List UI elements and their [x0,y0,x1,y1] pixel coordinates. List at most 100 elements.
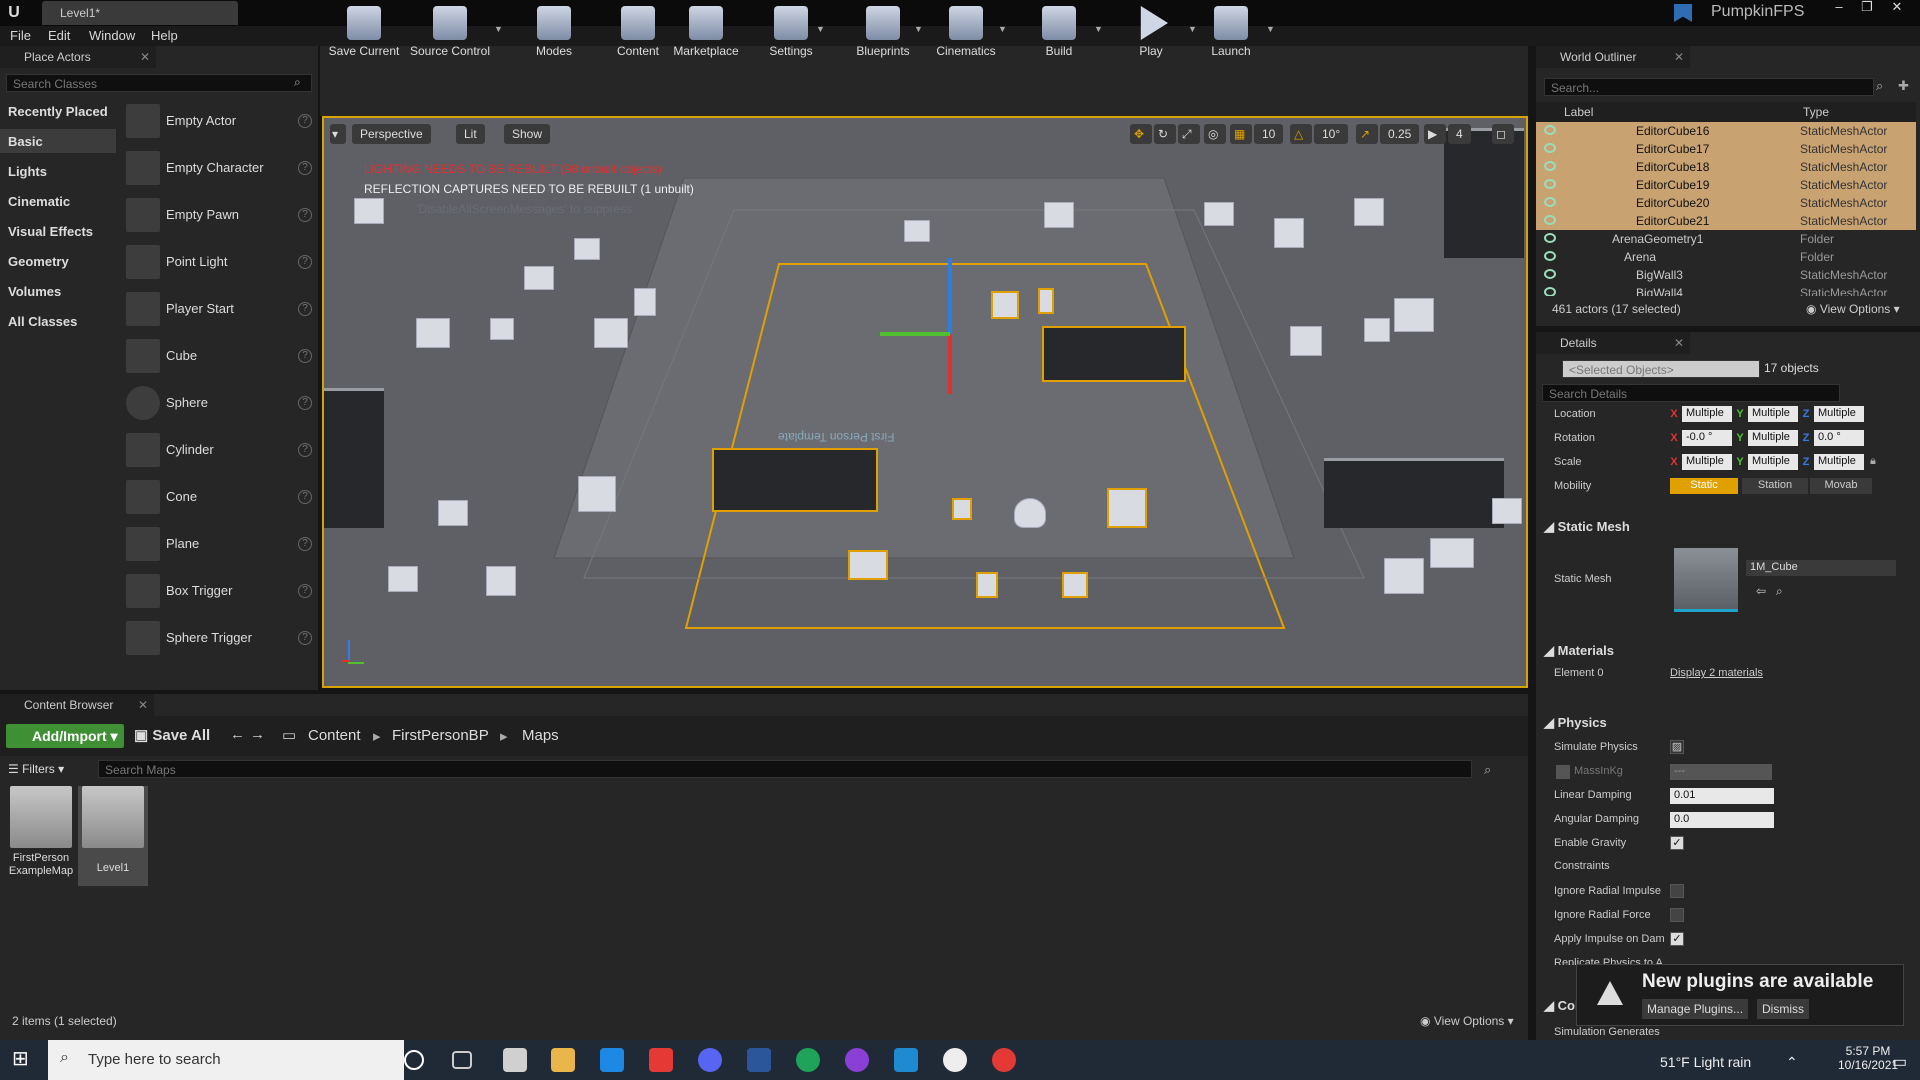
cube-actor[interactable] [388,566,418,592]
marketplace-button[interactable]: Marketplace [670,2,742,66]
actor-item[interactable]: Cylinder? [124,429,314,473]
location-z-field[interactable]: Multiple [1814,406,1864,422]
back-arrow-icon[interactable]: ← [230,726,245,743]
visibility-eye-icon[interactable] [1544,251,1556,261]
rotation-z-field[interactable]: 0.0 ° [1814,430,1864,446]
actor-item[interactable]: Cone? [124,476,314,520]
asset-tile[interactable]: FirstPerson ExampleMap [6,786,76,886]
add-import-button[interactable]: Add/Import ▾ [6,724,124,748]
column-label[interactable]: Label [1564,105,1593,119]
ignore-radial-force-checkbox[interactable] [1670,908,1684,922]
outliner-row[interactable]: BigWall3 StaticMeshActor [1536,266,1916,284]
actor-item[interactable]: Point Light? [124,241,314,285]
menu-edit[interactable]: Edit [48,28,70,43]
category-visual-effects[interactable]: Visual Effects [8,224,93,239]
forward-arrow-icon[interactable]: → [250,726,265,743]
arena-wall[interactable] [1042,326,1186,382]
category-all-classes[interactable]: All Classes [8,314,77,329]
scale-snap-icon[interactable]: ↗ [1356,124,1378,144]
launch-button[interactable]: Launch [1200,2,1262,66]
cube-actor[interactable] [490,318,514,340]
notification-center-icon[interactable]: ▭ [1892,1052,1907,1072]
dropdown-caret-icon[interactable]: ▼ [494,24,503,34]
outer-wall[interactable] [1444,128,1524,258]
github-icon[interactable] [845,1048,869,1072]
actor-item[interactable]: Sphere Trigger? [124,617,314,661]
gizmo-x-axis[interactable] [948,334,952,394]
mail-icon[interactable] [600,1048,624,1072]
chrome-icon[interactable] [992,1048,1016,1072]
dropdown-caret-icon[interactable]: ▼ [914,24,923,34]
actor-item[interactable]: Empty Actor? [124,100,314,144]
cube-actor[interactable] [1290,326,1322,356]
outliner-row[interactable]: EditorCube18 StaticMeshActor [1536,158,1916,176]
cube-actor[interactable] [1394,298,1434,332]
visibility-eye-icon[interactable] [1544,161,1556,171]
constraints-label[interactable]: Constraints [1554,860,1610,872]
cube-actor[interactable] [1107,488,1147,528]
category-lights[interactable]: Lights [8,164,47,179]
grid-snap-value[interactable]: 10 [1254,124,1284,144]
modes-button[interactable]: Modes [520,2,588,66]
visibility-eye-icon[interactable] [1544,143,1556,153]
cube-actor[interactable] [1364,318,1390,342]
dropdown-caret-icon[interactable]: ▼ [1266,24,1275,34]
blueprints-button[interactable]: Blueprints [850,2,916,66]
world-outliner-tab[interactable]: World Outliner ✕ [1536,46,1690,68]
word-icon[interactable] [747,1048,771,1072]
rotate-icon[interactable]: ↻ [1154,124,1176,144]
cube-actor[interactable] [1492,498,1522,524]
lit-button[interactable]: Lit [456,124,485,144]
actor-item[interactable]: Plane? [124,523,314,567]
visibility-eye-icon[interactable] [1544,179,1556,189]
actor-item[interactable]: Box Trigger? [124,570,314,614]
arena-wall[interactable] [712,448,878,512]
cube-actor[interactable] [354,198,384,224]
help-icon[interactable]: ? [298,161,312,175]
cube-actor[interactable] [524,266,554,290]
scale-icon[interactable]: ⤢ [1178,124,1200,144]
selected-objects-field[interactable]: <Selected Objects> [1562,360,1760,378]
location-x-field[interactable]: Multiple [1682,406,1732,422]
office-icon[interactable] [649,1048,673,1072]
mobility-static-button[interactable]: Static [1670,478,1738,494]
visibility-eye-icon[interactable] [1544,125,1556,135]
close-tab-icon[interactable]: ✕ [1674,336,1684,350]
weather-text[interactable]: 51°F Light rain [1660,1054,1751,1070]
discord-icon[interactable] [698,1048,722,1072]
category-basic[interactable]: Basic [8,134,43,149]
help-icon[interactable]: ? [298,584,312,598]
actor-item[interactable]: Sphere? [124,382,314,426]
level-tab[interactable]: Level1* [42,1,238,25]
maximize-viewport-icon[interactable]: ◻ [1492,124,1514,144]
mobility-movable-button[interactable]: Movab [1810,478,1872,494]
use-selected-icon[interactable]: ⇦ [1756,584,1766,598]
maximize-button[interactable]: ❐ [1854,0,1880,16]
actor-item[interactable]: Player Start? [124,288,314,332]
taskbar-search[interactable]: ⌕ Type here to search [48,1040,404,1080]
dropdown-caret-icon[interactable]: ▼ [1188,24,1197,34]
angular-damping-field[interactable]: 0.0 [1670,812,1774,828]
perspective-button[interactable]: Perspective [352,124,431,144]
breadcrumb-firstpersonbp[interactable]: FirstPersonBP [392,727,489,744]
actor-item[interactable]: Empty Pawn? [124,194,314,238]
camera-speed-value[interactable]: 4 [1448,124,1471,144]
vscode-icon[interactable] [894,1048,918,1072]
help-icon[interactable]: ? [298,255,312,269]
windows-start-icon[interactable]: ⊞ [12,1048,34,1070]
view-options-button[interactable]: ◉ View Options ▾ [1420,1014,1514,1028]
content-button[interactable]: Content [604,2,672,66]
static-mesh-section[interactable]: ◢ Static Mesh [1544,519,1630,535]
search-details-input[interactable]: Search Details [1542,384,1840,402]
outliner-row[interactable]: EditorCube17 StaticMeshActor [1536,140,1916,158]
help-icon[interactable]: ? [298,396,312,410]
help-icon[interactable]: ? [298,208,312,222]
browse-icon[interactable]: ⌕ [1776,584,1783,599]
place-actors-tab[interactable]: Place Actors ✕ [0,46,156,68]
static-mesh-dropdown[interactable]: 1M_Cube [1746,560,1896,576]
close-tab-icon[interactable]: ✕ [138,698,148,712]
cinematics-button[interactable]: Cinematics [932,2,1000,66]
breadcrumb-content[interactable]: Content [308,727,361,744]
location-y-field[interactable]: Multiple [1748,406,1798,422]
mobility-stationary-button[interactable]: Station [1742,478,1808,494]
